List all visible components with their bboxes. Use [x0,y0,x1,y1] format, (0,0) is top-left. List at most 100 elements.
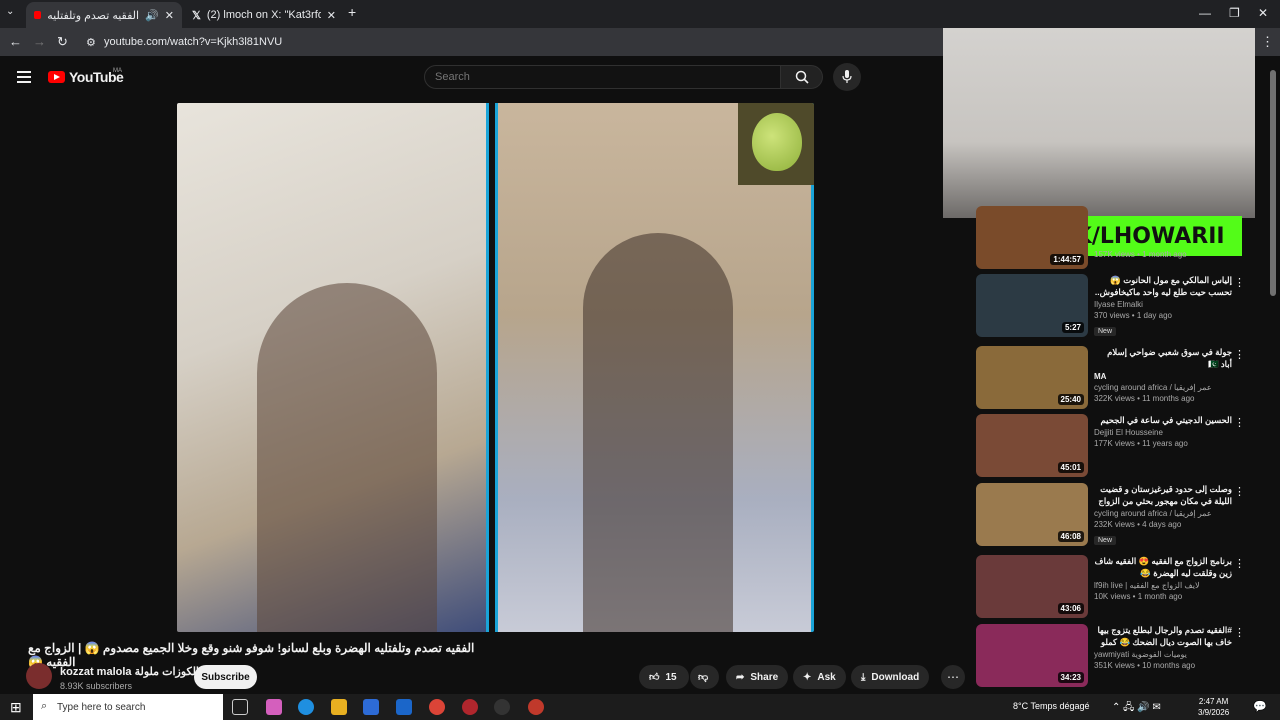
video-title: الحسين الدجيتي في ساعة في الجحيم [1100,415,1232,425]
weather-widget[interactable]: 8°C Temps dégagé [1013,701,1089,711]
channel-name[interactable]: cycling around africa / عمر إفريقيا [1094,383,1232,392]
ask-button[interactable]: ✦ Ask [793,665,846,689]
subscriber-count: 8.93K subscribers [60,681,133,691]
dislike-button[interactable]: 👎︎ [690,665,719,689]
search-input[interactable] [424,65,781,89]
video-thumbnail[interactable]: 25:40 [976,346,1088,409]
windows-start-icon[interactable]: ⊞ [10,699,22,716]
recommendation-item[interactable]: 34:23 #الفقيه تصدم والرجال لبطلع يتزوج ب… [976,624,1266,688]
taskbar-search-box[interactable]: ⌕ Type here to search [33,694,223,720]
voice-search-button[interactable] [833,63,861,91]
hamburger-menu-icon[interactable] [17,71,31,86]
thumbs-up-icon: 👍︎ [649,672,660,683]
channel-name[interactable]: Ilyase Elmalki [1094,300,1232,309]
recommendation-item[interactable]: 43:06 برنامج الزواج مع الفقيه 😍 الفقيه ش… [976,555,1266,619]
tab-label: الفقيه تصدم وتلفتليه الهضرة [47,9,140,22]
channel-name[interactable]: cycling around africa / عمر إفريقيا [1094,509,1232,518]
more-options-icon[interactable]: ⋮ [1234,276,1245,289]
video-thumbnail[interactable]: 5:27 [976,274,1088,337]
copilot-icon[interactable] [266,699,282,715]
app-icon[interactable] [462,699,478,715]
edge-icon[interactable] [298,699,314,715]
more-options-icon[interactable]: ⋮ [1234,626,1245,639]
video-meta: 351K views • 10 months ago [1094,661,1196,670]
subscribe-button[interactable]: Subscribe [194,665,257,689]
video-title: وصلت إلى حدود قيرغيزستان و قضيت الليلة ف… [1098,484,1232,506]
url-field[interactable]: youtube.com/watch?v=Kjkh3l81NVU [104,36,282,48]
browser-menu-icon[interactable]: ⋮ [1261,34,1274,50]
minimize-icon[interactable]: — [1199,6,1211,20]
taskbar-clock[interactable]: 2:47 AM 3/9/2026 [1198,696,1229,718]
channel-name[interactable]: kozzat malola الكوزات ملولة [60,665,199,678]
country-tag: MA [1094,372,1107,381]
more-options-icon[interactable]: ⋮ [1234,485,1245,498]
store-icon[interactable] [363,699,379,715]
recommendation-item[interactable]: 46:08 وصلت إلى حدود قيرغيزستان و قضيت ال… [976,483,1266,547]
site-info-icon[interactable]: ⚙ [86,36,96,49]
video-thumbnail[interactable]: 43:06 [976,555,1088,618]
more-options-icon[interactable]: ⋮ [1234,557,1245,570]
channel-name[interactable]: lf9ih live | لايف الزواج مع الفقيه [1094,581,1232,590]
notification-icon[interactable]: 💬 [1253,700,1267,713]
download-label: Download [871,671,920,683]
task-view-icon[interactable] [232,699,248,715]
tab-youtube-video[interactable]: الفقيه تصدم وتلفتليه الهضرة 🔊 ✕ [26,2,182,28]
file-explorer-icon[interactable] [331,699,347,715]
system-tray-icons[interactable]: ⌃ 🖧 🔊 ✉ [1112,700,1161,717]
new-badge: New [1094,536,1117,545]
recommendation-item[interactable]: 25:40 جولة في سوق شعبي ضواحي إسلام أباد … [976,346,1266,410]
outlook-icon[interactable] [396,699,412,715]
close-window-icon[interactable]: ✕ [1258,6,1268,20]
video-thumbnail[interactable]: 46:08 [976,483,1088,546]
video-player[interactable] [177,103,814,632]
new-tab-button[interactable]: + [348,4,356,20]
recommendation-item[interactable]: 45:01 الحسين الدجيتي في ساعة في الجحيم D… [976,414,1266,478]
youtube-favicon-icon [34,11,42,19]
video-duration: 34:23 [1057,672,1084,683]
share-button[interactable]: ➦ Share [726,665,789,689]
app-icon[interactable] [528,699,544,715]
download-button[interactable]: ⤓ Download [851,665,930,689]
video-meta: 157K views • 1 month ago [1094,250,1187,259]
recommendation-item[interactable]: 1:44:57 157K views • 1 month ago [976,206,1266,270]
video-thumbnail[interactable]: 45:01 [976,414,1088,477]
new-badge: New [1094,327,1117,336]
video-thumbnail[interactable]: 1:44:57 [976,206,1088,269]
video-title: برنامج الزواج مع الفقيه 😍 الفقيه شاف زين… [1094,556,1232,578]
speaker-icon[interactable]: 🔊 [145,9,159,22]
like-button[interactable]: 👍︎ 15 [639,665,689,689]
restore-icon[interactable]: ❐ [1229,6,1240,20]
search-icon [795,70,809,84]
channel-name[interactable]: Dejjiti El Housseine [1094,428,1232,437]
more-options-icon[interactable]: ⋮ [1234,416,1245,429]
video-title: جولة في سوق شعبي ضواحي إسلام أباد 🇵🇰 [1107,347,1232,369]
forward-icon[interactable]: → [33,34,46,49]
more-options-icon[interactable]: ⋮ [1234,348,1245,361]
video-meta: 177K views • 11 years ago [1094,439,1188,448]
tab-list-chevron-icon[interactable]: ⌄ [6,6,14,17]
chrome-icon[interactable] [429,699,445,715]
video-title: إلياس المالكي مع مول الحانوت 😱 تحسب حيت … [1094,275,1232,297]
close-tab-icon[interactable]: ✕ [165,9,174,22]
recommendation-item[interactable]: 5:27 إلياس المالكي مع مول الحانوت 😱 تحسب… [976,274,1266,338]
video-meta: 370 views • 1 day ago [1094,311,1172,320]
more-actions-button[interactable]: ⋯ [941,665,965,689]
channel-name[interactable]: yawmiyati يوميات الفوضوية [1094,650,1232,659]
video-duration: 5:27 [1061,322,1084,333]
ask-label: Ask [817,671,836,683]
clock-date: 3/9/2026 [1198,708,1230,717]
channel-avatar[interactable] [26,663,52,689]
app-4k-icon[interactable] [494,699,510,715]
video-thumbnail[interactable]: 34:23 [976,624,1088,687]
close-tab-icon[interactable]: ✕ [327,9,336,22]
video-title: #الفقيه تصدم والرجال لبطلع يتزوج بيها خا… [1097,625,1232,647]
more-icon: ⋯ [947,670,959,684]
share-icon: ➦ [736,671,745,683]
share-label: Share [750,671,779,683]
page-scrollbar[interactable] [1270,70,1276,296]
tab-x-post[interactable]: 𝕏 (2) lmoch on X: "Kat3rfo tsawb ✕ [184,2,344,28]
search-button[interactable] [781,65,823,89]
video-duration: 46:08 [1057,531,1084,542]
reload-icon[interactable]: ↻ [57,34,68,50]
back-icon[interactable]: ← [9,34,22,49]
